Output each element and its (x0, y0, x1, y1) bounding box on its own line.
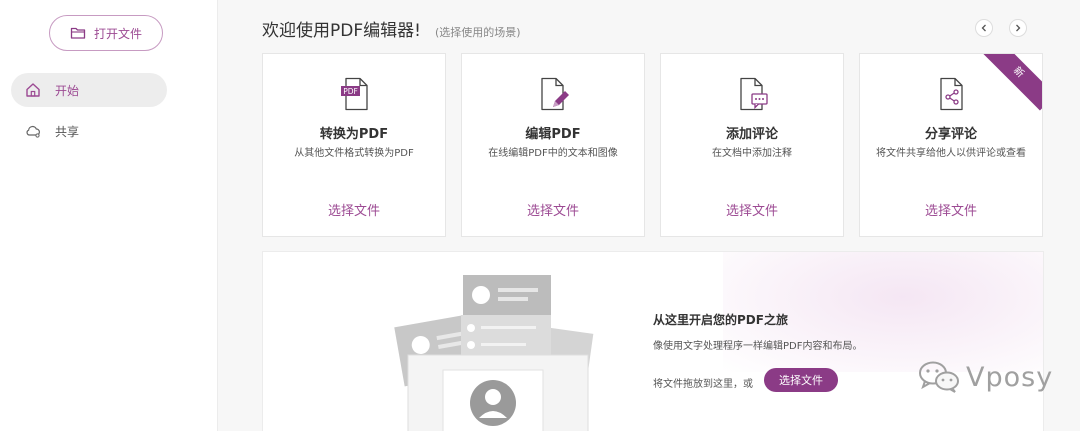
open-file-label: 打开文件 (93, 26, 142, 41)
folder-icon (70, 27, 86, 39)
share-file-icon (940, 77, 963, 111)
sidebar-item-home[interactable]: 开始 (11, 73, 167, 107)
scenario-cards: PDF 转换为PDF 从其他文件格式转换为PDF 选择文件 编辑PDF 在线编辑… (262, 53, 1043, 237)
sidebar-item-label: 开始 (55, 83, 80, 98)
card-title: 添加评论 (725, 127, 778, 142)
card-select-file-link[interactable]: 选择文件 (860, 200, 1042, 219)
card-add-comment[interactable]: 添加评论 在文档中添加注释 选择文件 (660, 53, 844, 237)
sidebar: 打开文件 开始 共享 (0, 0, 218, 431)
cloud-share-icon (26, 125, 40, 138)
sidebar-item-share[interactable]: 共享 (11, 114, 167, 148)
card-convert-to-pdf[interactable]: PDF 转换为PDF 从其他文件格式转换为PDF 选择文件 (262, 53, 446, 237)
card-description: 将文件共享给他人以供评论或查看 (876, 148, 1026, 159)
banner-description: 像使用文字处理程序一样编辑PDF内容和布局。 (653, 341, 863, 352)
open-file-button[interactable]: 打开文件 (49, 15, 163, 51)
home-icon (26, 83, 40, 97)
card-title: 转换为PDF (319, 127, 389, 142)
page-subtitle: (选择使用的场景) (434, 26, 521, 39)
carousel-next-button[interactable] (1009, 19, 1027, 37)
watermark-text: Vposy (966, 361, 1054, 393)
comment-file-icon (740, 77, 768, 111)
card-select-file-link[interactable]: 选择文件 (661, 200, 843, 219)
card-select-file-link[interactable]: 选择文件 (263, 200, 445, 219)
card-description: 在文档中添加注释 (712, 148, 792, 159)
card-description: 在线编辑PDF中的文本和图像 (488, 148, 618, 159)
banner-title: 从这里开启您的PDF之旅 (653, 313, 788, 327)
drop-zone-banner[interactable]: 从这里开启您的PDF之旅 像使用文字处理程序一样编辑PDF内容和布局。 将文件拖… (262, 251, 1044, 431)
card-select-file-link[interactable]: 选择文件 (462, 200, 644, 219)
select-file-button[interactable]: 选择文件 (764, 368, 838, 392)
card-share-comment[interactable]: 新 分享评论 将文件共享给他人以供评论或查看 选择文件 (859, 53, 1043, 237)
page-title: 欢迎使用PDF编辑器! (262, 21, 421, 41)
wechat-icon (919, 361, 959, 393)
page-header: 欢迎使用PDF编辑器! (选择使用的场景) (262, 16, 521, 41)
documents-illustration-icon (394, 275, 594, 431)
new-badge: 新 (980, 54, 1042, 111)
svg-text:PDF: PDF (343, 87, 358, 96)
chevron-left-icon (981, 24, 986, 32)
sidebar-item-label: 共享 (55, 124, 80, 139)
card-title: 分享评论 (924, 127, 977, 142)
chevron-right-icon (1016, 24, 1021, 32)
carousel-prev-button[interactable] (975, 19, 993, 37)
drop-hint-text: 将文件拖放到这里，或 (653, 379, 753, 390)
card-title: 编辑PDF (525, 127, 581, 142)
card-description: 从其他文件格式转换为PDF (294, 148, 414, 159)
watermark: Vposy (918, 360, 1053, 394)
card-edit-pdf[interactable]: 编辑PDF 在线编辑PDF中的文本和图像 选择文件 (461, 53, 645, 237)
edit-file-icon (541, 77, 569, 111)
pdf-file-icon: PDF (341, 77, 368, 111)
